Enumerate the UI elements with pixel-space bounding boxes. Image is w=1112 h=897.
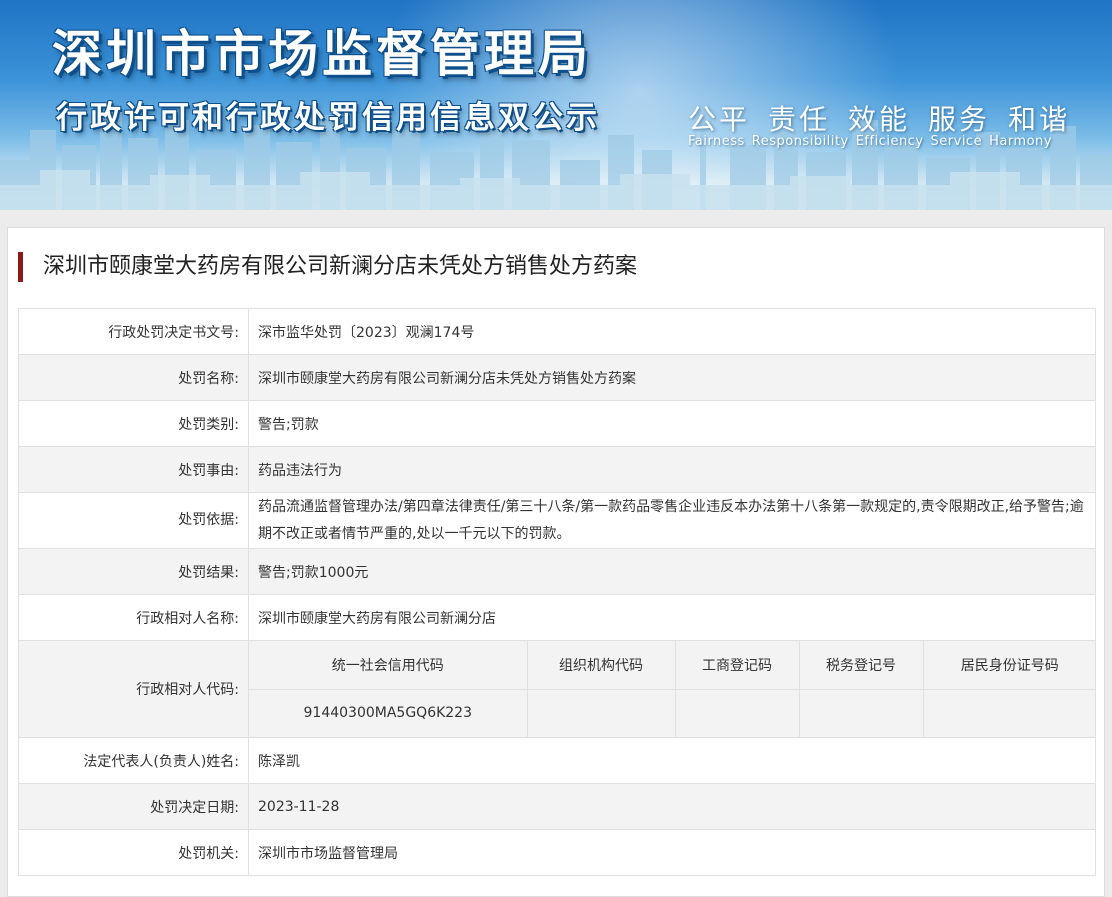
party-name-value: 深圳市颐康堂大药房有限公司新澜分店: [248, 594, 1096, 641]
tax-reg-no-value: [798, 688, 924, 737]
penalty-basis-label: 处罚依据:: [18, 492, 249, 549]
party-code-cell: 统一社会信用代码 组织机构代码 工商登记码 税务登记号 居民身份证号码 9144…: [248, 640, 1096, 738]
table-row: 处罚事由: 药品违法行为: [18, 446, 1096, 493]
party-name-label: 行政相对人名称:: [18, 594, 249, 641]
penalty-type-value: 警告;罚款: [248, 400, 1096, 447]
agency-title: 深圳市市场监督管理局: [52, 25, 592, 83]
decision-no-label: 行政处罚决定书文号:: [18, 308, 249, 355]
header-id-card-no: 居民身份证号码: [922, 641, 1096, 690]
slogan-en: Fairness Responsibility Efficiency Service H…: [688, 134, 1059, 149]
penalty-info-table: 行政处罚决定书文号: 深市监华处罚〔2023〕观澜174号 处罚名称: 深圳市颐…: [18, 308, 1096, 876]
table-row: 处罚名称: 深圳市颐康堂大药房有限公司新澜分店未凭处方销售处方药案: [18, 354, 1096, 401]
table-row: 处罚结果: 警告;罚款1000元: [18, 548, 1096, 595]
content-panel: 深圳市颐康堂大药房有限公司新澜分店未凭处方销售处方药案 行政处罚决定书文号: 深…: [7, 227, 1105, 897]
decision-no-value: 深市监华处罚〔2023〕观澜174号: [248, 308, 1096, 355]
penalty-reason-label: 处罚事由:: [18, 446, 249, 493]
slogan-cn-item: 服务: [928, 103, 991, 136]
penalty-name-value: 深圳市颐康堂大药房有限公司新澜分店未凭处方销售处方药案: [248, 354, 1096, 401]
party-code-header-row: 统一社会信用代码 组织机构代码 工商登记码 税务登记号 居民身份证号码: [249, 641, 1096, 690]
penalty-basis-value: 药品流通监督管理办法/第四章法律责任/第三十八条/第一款药品零售企业违反本办法第…: [248, 492, 1096, 549]
header-banner: 深圳市市场监督管理局 行政许可和行政处罚信用信息双公示 公平 责任 效能 服务 和谐 F…: [0, 0, 1112, 210]
slogan-en-item: Service: [930, 134, 983, 149]
slogan-cn-item: 责任: [768, 103, 831, 136]
org-code-value: [526, 688, 676, 737]
slogan-en-item: Responsibility: [751, 134, 849, 149]
table-row: 处罚决定日期: 2023-11-28: [18, 783, 1096, 830]
slogan-cn-item: 和谐: [1008, 103, 1071, 136]
table-row: 行政相对人名称: 深圳市颐康堂大药房有限公司新澜分店: [18, 594, 1096, 641]
party-code-table: 统一社会信用代码 组织机构代码 工商登记码 税务登记号 居民身份证号码 9144…: [249, 641, 1096, 737]
header-org-code: 组织机构代码: [526, 641, 676, 690]
credit-code-value: 91440300MA5GQ6K223: [249, 688, 528, 737]
party-code-label: 行政相对人代码:: [18, 640, 249, 738]
table-row: 处罚类别: 警告;罚款: [18, 400, 1096, 447]
authority-label: 处罚机关:: [18, 829, 249, 876]
slogan-en-item: Efficiency: [855, 134, 924, 149]
penalty-result-value: 警告;罚款1000元: [248, 548, 1096, 595]
decision-date-value: 2023-11-28: [248, 783, 1096, 830]
penalty-type-label: 处罚类别:: [18, 400, 249, 447]
slogan-cn-item: 公平: [688, 103, 751, 136]
party-code-value-row: 91440300MA5GQ6K223: [249, 688, 1096, 737]
table-row: 处罚机关: 深圳市市场监督管理局: [18, 829, 1096, 876]
case-title: 深圳市颐康堂大药房有限公司新澜分店未凭处方销售处方药案: [18, 252, 637, 282]
penalty-reason-value: 药品违法行为: [248, 446, 1096, 493]
table-row: 法定代表人(负责人)姓名: 陈泽凯: [18, 737, 1096, 784]
table-row: 行政处罚决定书文号: 深市监华处罚〔2023〕观澜174号: [18, 308, 1096, 355]
site-subtitle: 行政许可和行政处罚信用信息双公示: [56, 100, 600, 136]
penalty-result-label: 处罚结果:: [18, 548, 249, 595]
authority-value: 深圳市市场监督管理局: [248, 829, 1096, 876]
legal-rep-label: 法定代表人(负责人)姓名:: [18, 737, 249, 784]
business-reg-code-value: [674, 688, 800, 737]
header-business-reg-code: 工商登记码: [674, 641, 800, 690]
legal-rep-value: 陈泽凯: [248, 737, 1096, 784]
table-row: 处罚依据: 药品流通监督管理办法/第四章法律责任/第三十八条/第一款药品零售企业…: [18, 492, 1096, 549]
table-row: 行政相对人代码: 统一社会信用代码 组织机构代码 工商登记码 税务登记号 居民身…: [18, 640, 1096, 738]
penalty-name-label: 处罚名称:: [18, 354, 249, 401]
header-credit-code: 统一社会信用代码: [249, 641, 528, 690]
id-card-no-value: [922, 688, 1096, 737]
decision-date-label: 处罚决定日期:: [18, 783, 249, 830]
slogan-cn: 公平 责任 效能 服务 和谐: [688, 98, 1088, 138]
slogan-cn-item: 效能: [848, 103, 911, 136]
slogan-en-item: Harmony: [989, 134, 1052, 149]
slogan-en-item: Fairness: [688, 134, 745, 149]
header-tax-reg-no: 税务登记号: [798, 641, 924, 690]
